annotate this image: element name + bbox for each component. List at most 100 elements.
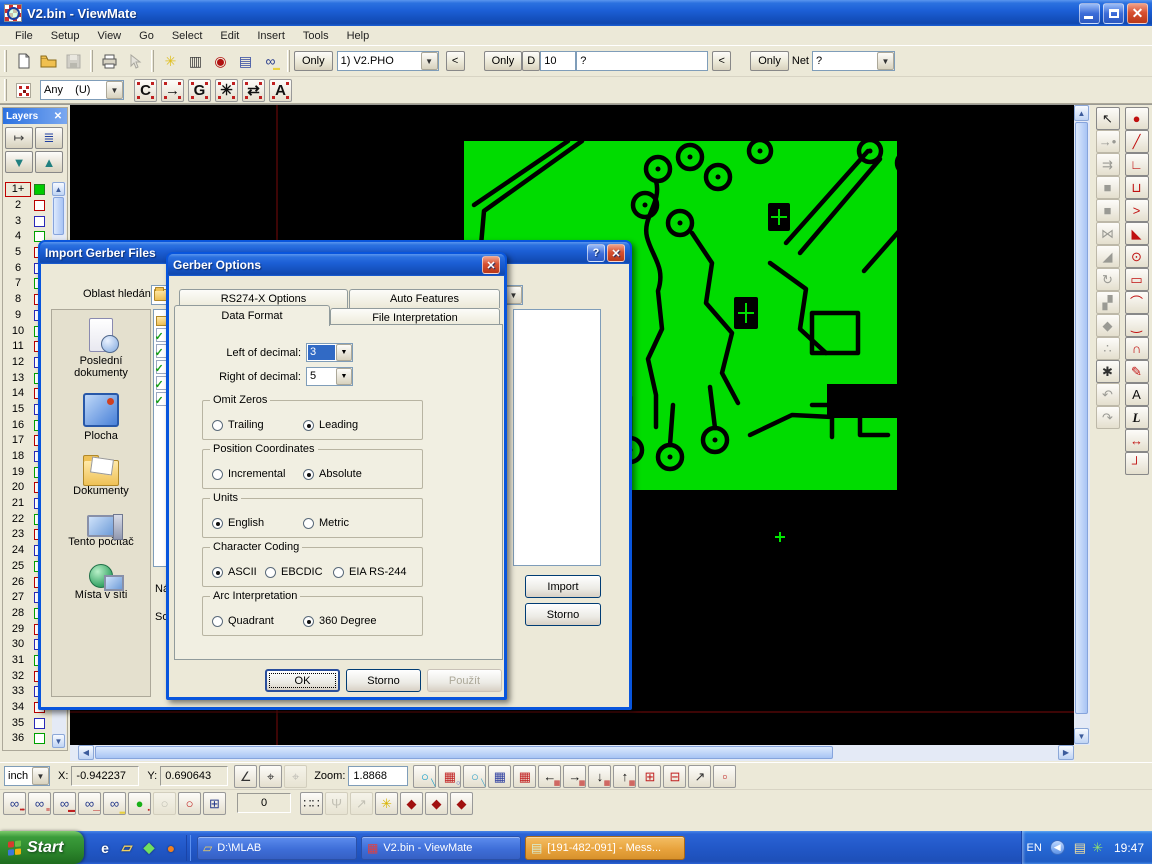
zoom-tool-icon[interactable]: ○ ╲ bbox=[413, 765, 436, 788]
chevron-down-icon[interactable]: ▼ bbox=[877, 52, 894, 70]
align-icon[interactable]: ∴ bbox=[1096, 337, 1120, 360]
traffic-light-icon[interactable]: ● ▪ bbox=[128, 792, 151, 815]
layer-color-box[interactable] bbox=[34, 718, 45, 729]
draw-circle-icon[interactable]: ⊙ bbox=[1125, 245, 1149, 268]
undo-icon[interactable]: ↶ bbox=[1096, 383, 1120, 406]
layer-number[interactable]: 27 bbox=[5, 590, 31, 605]
layer-number[interactable]: 35 bbox=[5, 716, 31, 731]
open-file-button[interactable] bbox=[37, 50, 60, 73]
menu-item[interactable]: Setup bbox=[42, 28, 89, 44]
tray-update-icon[interactable]: ✳ bbox=[1092, 840, 1103, 856]
gerber-mode-button[interactable]: G bbox=[188, 79, 211, 102]
y-coordinate-field[interactable]: 0.690643 bbox=[160, 766, 228, 786]
fill-rect-icon[interactable]: ■ bbox=[1096, 199, 1120, 222]
menu-item[interactable]: Help bbox=[338, 28, 379, 44]
layer-number[interactable]: 20 bbox=[5, 480, 31, 495]
scale-icon[interactable]: ◢ bbox=[1096, 245, 1120, 268]
draw-corner-icon[interactable]: ∟ bbox=[1125, 153, 1149, 176]
redo-icon[interactable]: ↷ bbox=[1096, 406, 1120, 429]
draw-angle-icon[interactable]: > bbox=[1125, 199, 1149, 222]
settings-gear-icon[interactable]: ✱ bbox=[1096, 360, 1120, 383]
layer-row[interactable]: 2 bbox=[5, 198, 53, 214]
draw-arc-icon[interactable]: ⌒ bbox=[1125, 291, 1149, 314]
aperture-type-combo[interactable]: Any (U) ▼ bbox=[40, 80, 124, 100]
ascii-radio[interactable] bbox=[212, 567, 223, 578]
layer-number[interactable]: 18 bbox=[5, 449, 31, 464]
toolbar-grip[interactable] bbox=[4, 79, 7, 101]
layer-number[interactable]: 10 bbox=[5, 324, 31, 339]
layer-number[interactable]: 19 bbox=[5, 465, 31, 480]
draw-curve-icon[interactable]: ‿ bbox=[1125, 314, 1149, 337]
copy-icon[interactable]: ▞ bbox=[1096, 291, 1120, 314]
pad-select-icon[interactable]: ◆ bbox=[450, 792, 473, 815]
previous-dcode-button[interactable]: < bbox=[712, 51, 731, 71]
close-button[interactable]: ✕ bbox=[1127, 3, 1148, 24]
ok-button[interactable]: OK bbox=[265, 669, 340, 692]
dcode-query-field[interactable]: ? bbox=[576, 51, 708, 71]
menu-item[interactable]: Edit bbox=[211, 28, 248, 44]
tab-data-format[interactable]: Data Format bbox=[174, 305, 330, 326]
angle-measure-button[interactable]: ∠ bbox=[234, 765, 257, 788]
close-button[interactable]: ✕ bbox=[482, 256, 500, 274]
layer-color-box[interactable] bbox=[34, 216, 45, 227]
layer-number[interactable]: 24 bbox=[5, 543, 31, 558]
place-item[interactable]: Plocha bbox=[52, 393, 150, 442]
apply-button[interactable]: Použít bbox=[427, 669, 502, 692]
taskbar-task[interactable]: ▦ V2.bin - ViewMate bbox=[361, 836, 521, 860]
lamp-off-icon[interactable]: ○ bbox=[153, 792, 176, 815]
layers-scroll-thumb[interactable] bbox=[53, 197, 64, 235]
trace-mode-button[interactable]: ⇄ bbox=[242, 79, 265, 102]
layer-row[interactable]: 1+ bbox=[5, 182, 53, 198]
relative-origin-button[interactable]: ⌖ bbox=[284, 765, 307, 788]
quicklaunch-ie-icon[interactable]: e bbox=[94, 837, 116, 859]
text-tool-icon[interactable]: A bbox=[1125, 383, 1149, 406]
arrow-mode-button[interactable]: → bbox=[161, 79, 184, 102]
chevron-down-icon[interactable]: ▼ bbox=[336, 368, 352, 385]
quicklaunch-folder-icon[interactable]: ▱ bbox=[116, 837, 138, 859]
pad-edit-icon[interactable]: ◆ bbox=[425, 792, 448, 815]
origin-target-button[interactable]: ⌖ bbox=[259, 765, 282, 788]
view-cells-icon[interactable]: ▦ bbox=[488, 765, 511, 788]
layer-number[interactable]: 25 bbox=[5, 559, 31, 574]
layer-number[interactable]: 13 bbox=[5, 371, 31, 386]
eia-rs244-radio[interactable] bbox=[333, 567, 344, 578]
mirror-icon[interactable]: ⋈ bbox=[1096, 222, 1120, 245]
draw-arc2-icon[interactable]: ∩ bbox=[1125, 337, 1149, 360]
layer-number[interactable]: 11 bbox=[5, 339, 31, 354]
view-pads-glasses-icon[interactable]: ∞ ▬ bbox=[53, 792, 76, 815]
menu-item[interactable]: Insert bbox=[248, 28, 294, 44]
layer-number[interactable]: 17 bbox=[5, 433, 31, 448]
move-pad-icon[interactable]: ◆ bbox=[1096, 314, 1120, 337]
cancel-button[interactable]: Storno bbox=[525, 603, 601, 626]
pad-mode-icon[interactable]: ◆ bbox=[400, 792, 423, 815]
view-trace-glasses-icon[interactable]: ∞ — bbox=[78, 792, 101, 815]
dock-layer-icon[interactable]: ↦ bbox=[5, 127, 33, 149]
dimension-tool-icon[interactable]: ↔ bbox=[1125, 429, 1149, 452]
select-area-icon[interactable]: ▫ bbox=[713, 765, 736, 788]
flash-select-icon[interactable]: ✳ bbox=[375, 792, 398, 815]
import-button[interactable]: Import bbox=[525, 575, 601, 598]
draw-line-icon[interactable]: ╱ bbox=[1125, 130, 1149, 153]
layer-filter-combo[interactable]: 1) V2.PHO ▼ bbox=[337, 51, 439, 71]
scroll-right-button[interactable]: ▶ bbox=[1058, 745, 1074, 760]
layer-color-box[interactable] bbox=[34, 733, 45, 744]
vertical-scroll-thumb[interactable] bbox=[1075, 122, 1088, 714]
draw-channel-icon[interactable]: ⊔ bbox=[1125, 176, 1149, 199]
layer-row[interactable]: 36 bbox=[5, 731, 53, 747]
layer-row[interactable]: 3 bbox=[5, 213, 53, 229]
dcode-value-field[interactable]: 10 bbox=[540, 51, 576, 71]
print-button[interactable] bbox=[98, 50, 121, 73]
help-button[interactable]: ? bbox=[587, 244, 605, 262]
zoom-value-field[interactable]: 1.8868 bbox=[348, 766, 408, 786]
save-button[interactable] bbox=[62, 50, 85, 73]
place-item[interactable]: Poslední dokumenty bbox=[52, 318, 150, 379]
right-of-decimal-combo[interactable]: 5 ▼ bbox=[306, 367, 353, 386]
chevron-down-icon[interactable]: ▼ bbox=[421, 52, 438, 70]
draw-pad-icon[interactable]: ● bbox=[1125, 107, 1149, 130]
fill-polygon-icon[interactable]: ■ bbox=[1096, 176, 1120, 199]
highlight-flash-icon[interactable]: ✳ bbox=[159, 50, 182, 73]
layer-number[interactable]: 32 bbox=[5, 669, 31, 684]
table-icon[interactable]: ⊞ bbox=[203, 792, 226, 815]
horizontal-scrollbar[interactable]: ◀ ▶ bbox=[70, 745, 1074, 761]
layer-number[interactable]: 16 bbox=[5, 418, 31, 433]
